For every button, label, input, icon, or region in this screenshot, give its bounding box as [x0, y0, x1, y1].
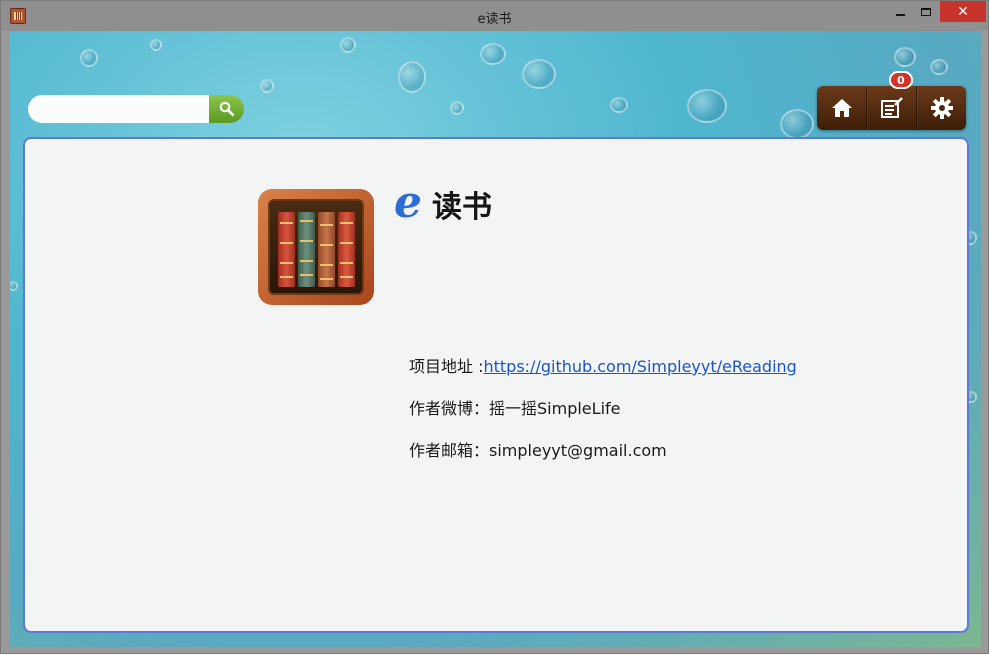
app-window: e读书 ✕ e 读书 项目地址:https://github.com/Simp…: [0, 0, 989, 654]
minimize-icon: [895, 13, 905, 16]
book-spine: [298, 212, 315, 287]
maximize-button[interactable]: [913, 1, 939, 22]
notes-button[interactable]: [866, 86, 916, 130]
notes-icon: [880, 97, 903, 118]
main-area: e 读书 项目地址 :https://github.com/Simpleyyt/…: [10, 31, 981, 647]
toolbar: [817, 86, 966, 130]
water-drop: [398, 61, 426, 93]
author-weibo-label: 作者微博：: [409, 399, 490, 418]
water-drop: [150, 39, 162, 51]
about-panel: [23, 137, 969, 633]
notes-count-badge: 0: [889, 71, 913, 89]
author-email-row: 作者邮箱：simpleyyt@gmail.com: [409, 437, 667, 461]
water-drop: [610, 97, 628, 113]
water-drop: [260, 79, 274, 93]
author-weibo-row: 作者微博：摇一摇SimpleLife: [409, 395, 621, 419]
water-drop: [930, 59, 948, 75]
author-email-value: simpleyyt@gmail.com: [489, 441, 667, 460]
bookshelf-frame: [268, 199, 364, 295]
minimize-button[interactable]: [887, 1, 913, 22]
water-drop: [522, 59, 556, 89]
water-drop: [480, 43, 506, 65]
author-email-label: 作者邮箱：: [409, 441, 490, 460]
project-address-link[interactable]: https://github.com/Simpleyyt/eReading: [483, 357, 796, 376]
close-button[interactable]: ✕: [940, 1, 986, 22]
settings-button[interactable]: [916, 86, 966, 130]
search-icon: [219, 101, 234, 117]
app-name-text: 读书: [432, 190, 492, 225]
book-spine: [278, 212, 295, 287]
author-weibo-value: 摇一摇SimpleLife: [489, 399, 621, 418]
gear-icon: [930, 97, 953, 119]
project-address-row: 项目地址 :https://github.com/Simpleyyt/eRead…: [409, 353, 797, 377]
home-button[interactable]: [817, 86, 866, 130]
close-icon: ✕: [957, 3, 969, 20]
book-spine: [338, 212, 355, 287]
home-icon: [831, 99, 852, 117]
water-drop: [340, 37, 356, 53]
water-drop: [687, 89, 727, 123]
bookshelf-icon: [258, 189, 374, 305]
maximize-icon: [921, 7, 931, 16]
water-drop: [894, 47, 916, 67]
app-name: e 读书: [394, 177, 492, 228]
search-button[interactable]: [209, 95, 244, 123]
search-input[interactable]: [28, 95, 210, 123]
book-spine: [318, 212, 335, 287]
water-drop: [10, 281, 18, 291]
window-title: e读书: [477, 12, 512, 27]
project-address-label: 项目地址 :: [409, 357, 484, 376]
water-drop: [80, 49, 98, 67]
title-bar[interactable]: e读书 ✕: [1, 1, 988, 31]
app-name-letter: e: [394, 177, 422, 228]
water-drop: [450, 101, 464, 115]
water-drop: [780, 109, 814, 139]
